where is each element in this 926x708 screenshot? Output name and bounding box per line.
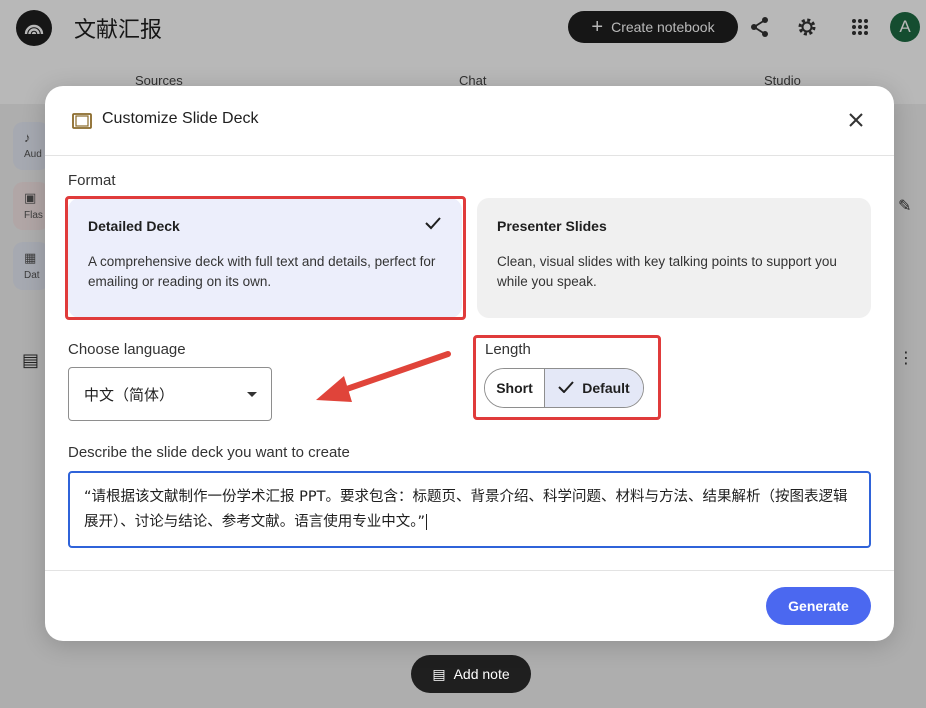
prompt-text: “请根据该文献制作一份学术汇报 PPT。要求包含：标题页、背景介绍、科学问题、材… [84,489,848,530]
slide-deck-icon [72,113,92,134]
check-icon [424,216,442,235]
check-icon [558,380,575,396]
footer-divider [45,570,894,571]
length-label: Length [485,341,531,358]
note-add-icon: ▤ [432,665,446,682]
language-select[interactable]: 中文（简体） [68,367,272,421]
dropdown-caret-icon [247,392,257,397]
format-card-title: Presenter Slides [497,218,607,234]
format-card-detailed-deck[interactable]: Detailed Deck A comprehensive deck with … [68,198,462,318]
prompt-label: Describe the slide deck you want to crea… [68,444,350,461]
format-card-desc: Clean, visual slides with key talking po… [497,254,837,289]
add-note-button[interactable]: ▤ Add note [411,655,531,693]
text-cursor [426,514,428,530]
format-card-title: Detailed Deck [88,218,180,234]
length-option-label: Short [496,380,533,396]
format-card-presenter-slides[interactable]: Presenter Slides Clean, visual slides wi… [477,198,871,318]
annotation-arrow-icon [300,346,460,411]
customize-slide-deck-dialog: Customize Slide Deck Format Detailed Dec… [45,86,894,641]
dialog-title: Customize Slide Deck [102,110,259,127]
length-toggle: Short Default [484,368,644,408]
length-option-default[interactable]: Default [545,369,643,407]
slide-deck-prompt-input[interactable]: “请根据该文献制作一份学术汇报 PPT。要求包含：标题页、背景介绍、科学问题、材… [68,471,871,548]
language-select-value: 中文（简体） [84,385,175,404]
format-card-desc: A comprehensive deck with full text and … [88,254,436,289]
dialog-header: Customize Slide Deck [45,86,894,156]
length-option-label: Default [582,380,630,396]
language-label: Choose language [68,341,186,358]
generate-button[interactable]: Generate [766,587,871,625]
close-icon[interactable] [844,108,868,132]
format-label: Format [68,172,116,189]
add-note-label: Add note [453,666,510,682]
length-option-short[interactable]: Short [485,369,545,407]
